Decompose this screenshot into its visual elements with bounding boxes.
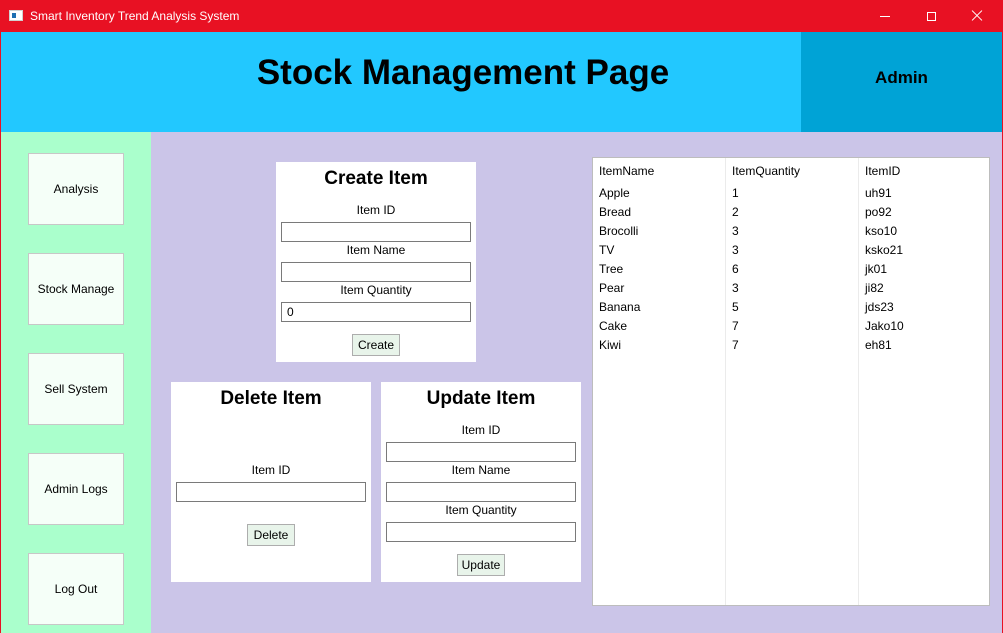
update-item-name-label: Item Name (451, 463, 511, 477)
create-item-id-label: Item ID (356, 203, 396, 217)
update-item-title: Update Item (426, 388, 536, 409)
delete-item-panel: Delete Item Item ID Delete (171, 382, 371, 582)
create-item-quantity-label: Item Quantity (340, 283, 412, 297)
table-cell-item-name: Bread (599, 205, 632, 219)
table-cell-item-name: Pear (599, 281, 625, 295)
items-table[interactable]: ItemName ItemQuantity ItemID Apple 1 uh91 B… (592, 157, 990, 606)
delete-button[interactable]: Delete (247, 524, 295, 546)
update-item-quantity-label: Item Quantity (445, 503, 517, 517)
table-cell-item-id: po92 (865, 205, 892, 219)
table-cell-item-name: Kiwi (599, 338, 622, 352)
table-cell-item-id: jk01 (865, 262, 888, 276)
maximize-icon (926, 11, 936, 21)
table-cell-item-quantity: 7 (732, 338, 739, 352)
table-cell-item-id: ji82 (865, 281, 884, 295)
nav-stock-manage-button[interactable]: Stock Manage (28, 253, 124, 325)
table-cell-item-id: kso10 (865, 224, 898, 238)
table-row[interactable]: Tree 6 jk01 (593, 259, 989, 278)
table-row[interactable]: Cake 7 Jako10 (593, 316, 989, 335)
table-row[interactable]: Kiwi 7 eh81 (593, 335, 989, 354)
maximize-button[interactable] (908, 0, 954, 32)
page-header: Stock Management Page (1, 32, 801, 132)
table-row[interactable]: Banana 5 jds23 (593, 297, 989, 316)
nav-sell-system-button[interactable]: Sell System (28, 353, 124, 425)
table-row[interactable]: Pear 3 ji82 (593, 278, 989, 297)
update-item-id-label: Item ID (461, 423, 501, 437)
table-cell-item-quantity: 3 (732, 281, 739, 295)
create-item-id-input[interactable] (281, 222, 471, 242)
table-cell-item-name: Banana (599, 300, 641, 314)
column-header-item-id[interactable]: ItemID (865, 164, 900, 178)
table-row[interactable]: TV 3 ksko21 (593, 240, 989, 259)
table-cell-item-quantity: 6 (732, 262, 739, 276)
table-cell-item-name: Tree (599, 262, 624, 276)
table-cell-item-name: Apple (599, 186, 630, 200)
create-item-quantity-input[interactable] (281, 302, 471, 322)
table-cell-item-id: eh81 (865, 338, 892, 352)
table-cell-item-name: Cake (599, 319, 628, 333)
nav-analysis-button[interactable]: Analysis (28, 153, 124, 225)
create-item-name-input[interactable] (281, 262, 471, 282)
create-item-name-label: Item Name (346, 243, 406, 257)
minimize-button[interactable] (862, 0, 908, 32)
sidebar: Analysis Stock Manage Sell System Admin … (1, 132, 151, 633)
nav-admin-logs-button[interactable]: Admin Logs (28, 453, 124, 525)
column-header-item-quantity[interactable]: ItemQuantity (732, 164, 800, 178)
delete-item-id-label: Item ID (251, 463, 291, 477)
create-button[interactable]: Create (352, 334, 400, 356)
user-box: Admin (801, 32, 1002, 132)
delete-item-id-input[interactable] (176, 482, 366, 502)
table-cell-item-quantity: 1 (732, 186, 739, 200)
table-cell-item-name: Brocolli (599, 224, 639, 238)
table-cell-item-quantity: 5 (732, 300, 739, 314)
table-row[interactable]: Bread 2 po92 (593, 202, 989, 221)
page-title: Stock Management Page (256, 53, 670, 92)
user-label: Admin (875, 68, 928, 87)
table-cell-item-quantity: 2 (732, 205, 739, 219)
table-row[interactable]: Brocolli 3 kso10 (593, 221, 989, 240)
app-icon (9, 10, 23, 21)
update-item-panel: Update Item Item ID Item Name Item Quant… (381, 382, 581, 582)
nav-log-out-button[interactable]: Log Out (28, 553, 124, 625)
table-cell-item-quantity: 3 (732, 224, 739, 238)
create-item-panel: Create Item Item ID Item Name Item Quant… (276, 162, 476, 362)
close-icon (971, 10, 983, 22)
update-button[interactable]: Update (457, 554, 505, 576)
minimize-icon (880, 15, 890, 17)
table-cell-item-quantity: 7 (732, 319, 739, 333)
update-item-id-input[interactable] (386, 442, 576, 462)
close-button[interactable] (954, 0, 1000, 32)
window-title: Smart Inventory Trend Analysis System (30, 9, 240, 23)
table-cell-item-name: TV (599, 243, 615, 257)
table-cell-item-id: jds23 (865, 300, 894, 314)
table-cell-item-quantity: 3 (732, 243, 739, 257)
table-cell-item-id: Jako10 (865, 319, 904, 333)
table-row[interactable]: Apple 1 uh91 (593, 183, 989, 202)
update-item-name-input[interactable] (386, 482, 576, 502)
table-cell-item-id: ksko21 (865, 243, 904, 257)
create-item-title: Create Item (324, 168, 428, 189)
window-titlebar[interactable]: Smart Inventory Trend Analysis System (0, 0, 1003, 32)
update-item-quantity-input[interactable] (386, 522, 576, 542)
table-cell-item-id: uh91 (865, 186, 892, 200)
column-header-item-name[interactable]: ItemName (599, 164, 654, 178)
delete-item-title: Delete Item (220, 388, 322, 409)
